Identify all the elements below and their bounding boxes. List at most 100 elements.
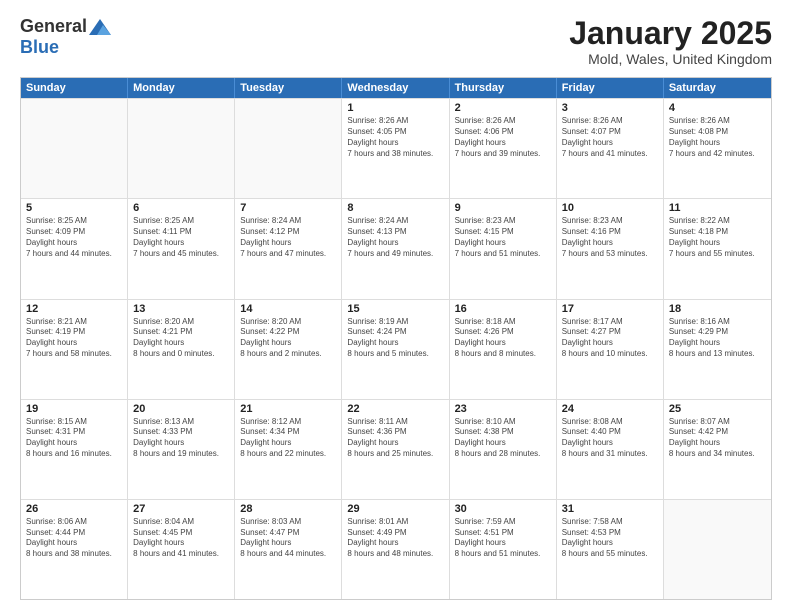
day-number: 27 (133, 503, 229, 515)
page: General Blue January 2025 Mold, Wales, U… (0, 0, 792, 612)
day-number: 4 (669, 102, 766, 114)
day-info: Sunrise: 7:59 AMSunset: 4:51 PMDaylight … (455, 517, 551, 560)
weekday-tuesday: Tuesday (235, 78, 342, 98)
title-block: January 2025 Mold, Wales, United Kingdom (569, 16, 772, 67)
day-cell-25: 25Sunrise: 8:07 AMSunset: 4:42 PMDayligh… (664, 400, 771, 499)
weekday-saturday: Saturday (664, 78, 771, 98)
day-cell-8: 8 Sunrise: 8:24 AMSunset: 4:13 PMDaylight… (342, 199, 449, 298)
day-number: 22 (347, 403, 443, 415)
day-number: 29 (347, 503, 443, 515)
day-info: Sunrise: 8:13 AMSunset: 4:33 PMDaylight … (133, 417, 229, 460)
day-info: Sunrise: 8:26 AMSunset: 4:07 PMDaylight … (562, 116, 658, 159)
week-row-1: 1Sunrise: 8:26 AMSunset: 4:05 PMDaylight… (21, 98, 771, 198)
logo-icon (89, 19, 111, 35)
week-row-4: 19Sunrise: 8:15 AMSunset: 4:31 PMDayligh… (21, 399, 771, 499)
day-cell-6: 6 Sunrise: 8:25 AMSunset: 4:11 PMDaylight… (128, 199, 235, 298)
day-cell-10: 10 Sunrise: 8:23 AMSunset: 4:16 PMDayligh… (557, 199, 664, 298)
day-info: Sunrise: 8:24 AMSunset: 4:12 PMDaylight … (240, 216, 336, 259)
day-cell-21: 21 Sunrise: 8:12 AMSunset: 4:34 PMDayligh… (235, 400, 342, 499)
day-info: Sunrise: 8:20 AMSunset: 4:22 PMDaylight … (240, 317, 336, 360)
calendar-body: 1Sunrise: 8:26 AMSunset: 4:05 PMDaylight… (21, 98, 771, 599)
weekday-sunday: Sunday (21, 78, 128, 98)
day-number: 12 (26, 303, 122, 315)
day-cell-empty (235, 99, 342, 198)
weekday-thursday: Thursday (450, 78, 557, 98)
day-cell-4: 4 Sunrise: 8:26 AMSunset: 4:08 PMDaylight… (664, 99, 771, 198)
day-info: Sunrise: 8:17 AMSunset: 4:27 PMDaylight … (562, 317, 658, 360)
day-info: Sunrise: 8:04 AMSunset: 4:45 PMDaylight … (133, 517, 229, 560)
day-info: Sunrise: 8:24 AMSunset: 4:13 PMDaylight … (347, 216, 443, 259)
logo-blue: Blue (20, 37, 59, 58)
day-cell-20: 20Sunrise: 8:13 AMSunset: 4:33 PMDayligh… (128, 400, 235, 499)
day-number: 6 (133, 202, 229, 214)
day-cell-empty (128, 99, 235, 198)
day-info: Sunrise: 8:20 AMSunset: 4:21 PMDaylight … (133, 317, 229, 360)
day-info: Sunrise: 8:10 AMSunset: 4:38 PMDaylight … (455, 417, 551, 460)
weekday-monday: Monday (128, 78, 235, 98)
logo: General Blue (20, 16, 111, 58)
day-number: 3 (562, 102, 658, 114)
day-info: Sunrise: 8:23 AMSunset: 4:16 PMDaylight … (562, 216, 658, 259)
day-number: 2 (455, 102, 551, 114)
day-info: Sunrise: 8:12 AMSunset: 4:34 PMDaylight … (240, 417, 336, 460)
day-cell-18: 18 Sunrise: 8:16 AMSunset: 4:29 PMDayligh… (664, 300, 771, 399)
day-cell-empty (664, 500, 771, 599)
day-number: 1 (347, 102, 443, 114)
day-number: 26 (26, 503, 122, 515)
day-cell-2: 2 Sunrise: 8:26 AMSunset: 4:06 PMDaylight… (450, 99, 557, 198)
day-number: 9 (455, 202, 551, 214)
day-number: 21 (240, 403, 336, 415)
day-info: Sunrise: 8:23 AMSunset: 4:15 PMDaylight … (455, 216, 551, 259)
day-cell-19: 19Sunrise: 8:15 AMSunset: 4:31 PMDayligh… (21, 400, 128, 499)
day-cell-17: 17 Sunrise: 8:17 AMSunset: 4:27 PMDayligh… (557, 300, 664, 399)
day-info: Sunrise: 8:11 AMSunset: 4:36 PMDaylight … (347, 417, 443, 460)
day-cell-9: 9 Sunrise: 8:23 AMSunset: 4:15 PMDaylight… (450, 199, 557, 298)
week-row-2: 5 Sunrise: 8:25 AMSunset: 4:09 PMDaylight… (21, 198, 771, 298)
day-number: 30 (455, 503, 551, 515)
day-info: Sunrise: 8:21 AMSunset: 4:19 PMDaylight … (26, 317, 122, 360)
day-cell-15: 15 Sunrise: 8:19 AMSunset: 4:24 PMDayligh… (342, 300, 449, 399)
day-info: Sunrise: 8:16 AMSunset: 4:29 PMDaylight … (669, 317, 766, 360)
day-number: 17 (562, 303, 658, 315)
day-number: 5 (26, 202, 122, 214)
day-info: Sunrise: 8:08 AMSunset: 4:40 PMDaylight … (562, 417, 658, 460)
day-number: 31 (562, 503, 658, 515)
day-number: 10 (562, 202, 658, 214)
day-cell-1: 1Sunrise: 8:26 AMSunset: 4:05 PMDaylight… (342, 99, 449, 198)
day-cell-22: 22 Sunrise: 8:11 AMSunset: 4:36 PMDayligh… (342, 400, 449, 499)
location: Mold, Wales, United Kingdom (569, 51, 772, 67)
calendar-header: Sunday Monday Tuesday Wednesday Thursday… (21, 78, 771, 98)
day-cell-27: 27 Sunrise: 8:04 AMSunset: 4:45 PMDayligh… (128, 500, 235, 599)
day-info: Sunrise: 8:03 AMSunset: 4:47 PMDaylight … (240, 517, 336, 560)
weekday-friday: Friday (557, 78, 664, 98)
day-info: Sunrise: 7:58 AMSunset: 4:53 PMDaylight … (562, 517, 658, 560)
day-info: Sunrise: 8:26 AMSunset: 4:08 PMDaylight … (669, 116, 766, 159)
day-cell-31: 31 Sunrise: 7:58 AMSunset: 4:53 PMDayligh… (557, 500, 664, 599)
day-number: 14 (240, 303, 336, 315)
day-info: Sunrise: 8:19 AMSunset: 4:24 PMDaylight … (347, 317, 443, 360)
day-info: Sunrise: 8:26 AMSunset: 4:06 PMDaylight … (455, 116, 551, 159)
day-number: 13 (133, 303, 229, 315)
day-cell-empty (21, 99, 128, 198)
day-number: 18 (669, 303, 766, 315)
day-info: Sunrise: 8:25 AMSunset: 4:09 PMDaylight … (26, 216, 122, 259)
day-cell-24: 24 Sunrise: 8:08 AMSunset: 4:40 PMDayligh… (557, 400, 664, 499)
day-cell-29: 29Sunrise: 8:01 AMSunset: 4:49 PMDayligh… (342, 500, 449, 599)
day-number: 7 (240, 202, 336, 214)
day-number: 24 (562, 403, 658, 415)
day-number: 8 (347, 202, 443, 214)
calendar: Sunday Monday Tuesday Wednesday Thursday… (20, 77, 772, 600)
logo-general: General (20, 16, 87, 37)
day-cell-7: 7 Sunrise: 8:24 AMSunset: 4:12 PMDaylight… (235, 199, 342, 298)
day-info: Sunrise: 8:15 AMSunset: 4:31 PMDaylight … (26, 417, 122, 460)
day-number: 15 (347, 303, 443, 315)
day-cell-11: 11Sunrise: 8:22 AMSunset: 4:18 PMDayligh… (664, 199, 771, 298)
weekday-wednesday: Wednesday (342, 78, 449, 98)
day-cell-14: 14 Sunrise: 8:20 AMSunset: 4:22 PMDayligh… (235, 300, 342, 399)
day-info: Sunrise: 8:25 AMSunset: 4:11 PMDaylight … (133, 216, 229, 259)
day-number: 25 (669, 403, 766, 415)
day-cell-13: 13 Sunrise: 8:20 AMSunset: 4:21 PMDayligh… (128, 300, 235, 399)
day-cell-16: 16Sunrise: 8:18 AMSunset: 4:26 PMDayligh… (450, 300, 557, 399)
day-number: 16 (455, 303, 551, 315)
day-info: Sunrise: 8:06 AMSunset: 4:44 PMDaylight … (26, 517, 122, 560)
